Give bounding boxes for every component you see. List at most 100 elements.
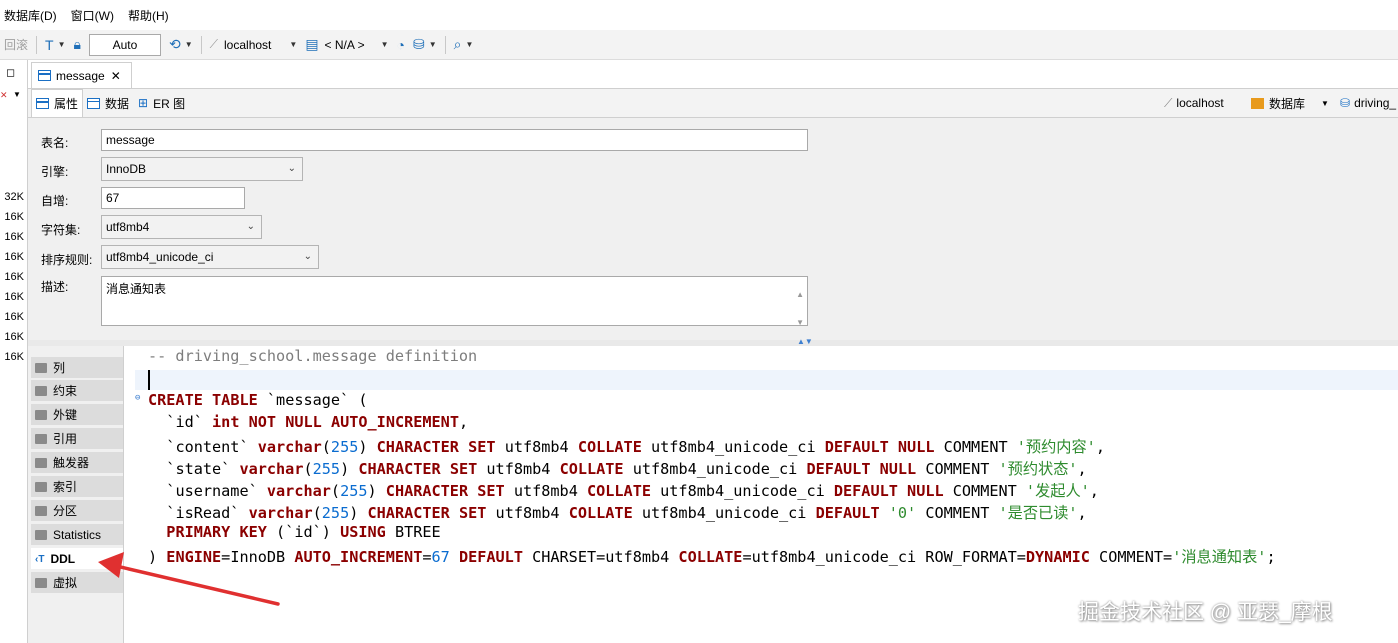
statistics-icon [35,529,47,540]
toolbar: 回滚 T ▼ 🔒︎ Auto ⟲ ▼ ⟋ localhost ▼ ▤ < N/A >… [0,30,1398,60]
code-line: `username` varchar(255) CHARACTER SET ut… [166,482,1099,500]
table-icon [36,98,49,109]
connection-icon: ⟋ [1164,95,1173,110]
size-label: 16K [4,331,24,343]
code-line: CREATE TABLE `message` ( [148,391,368,409]
tools-button[interactable]: ⛁ ▼ [413,36,437,53]
tab-er-label: ER 图 [153,96,186,111]
lock-button[interactable]: 🔒︎ [74,36,81,53]
side-item-ddl[interactable]: ‹T DDL [31,548,123,569]
collapse-arrows-icon[interactable]: ▲▼ [797,337,813,346]
chevron-down-icon: ▼ [289,40,298,49]
editor-tab-title: message [56,68,105,83]
breadcrumb-connection-label: localhost [1176,96,1224,110]
side-item-references[interactable]: 引用 [31,428,123,449]
ddl-comment: -- driving_school.message definition [148,347,478,365]
rollback-button[interactable]: 回滚 [4,36,28,53]
close-icon[interactable]: ✕ [0,90,8,101]
side-item-partitions[interactable]: 分区 [31,500,123,521]
tab-data[interactable]: 数据 [87,89,129,117]
textarea-scrollbar[interactable]: ▲ ▼ [796,281,804,337]
table-properties-panel: 表名: message 引擎: InnoDB ⌄ 自增: 67 字符集: utf… [28,118,1398,340]
auto-increment-input[interactable]: 67 [101,187,245,209]
ddl-column-name: `content` [166,438,249,456]
transaction-mode-button[interactable]: T ▼ [45,37,65,53]
description-textarea[interactable]: 消息通知表 ▲ ▼ [101,276,808,327]
side-item-label: 索引 [53,480,78,494]
collation-value: utf8mb4_unicode_ci [106,250,214,264]
properties-side-panel: 列 约束 外键 引用 触发器 索引 分区 Statistics ‹T DDL 虚拟 [28,346,124,643]
schema-icon: ▤ [305,36,319,52]
description-value: 消息通知表 [106,282,167,296]
history-icon: ⟲ [168,36,181,52]
dashboard-button[interactable]: ◔ [397,37,405,53]
size-label: 16K [4,231,24,243]
menu-database[interactable]: 数据库(D) [4,7,57,24]
ddl-number: 67 [431,548,450,566]
breadcrumb-schema[interactable]: ⛁ driving_ [1340,89,1396,117]
transaction-icon: T [45,36,54,53]
engine-value: InnoDB [106,162,147,176]
indexes-icon [35,481,47,492]
side-item-label: 引用 [53,432,78,446]
fold-marker-icon[interactable]: ⊖ [135,393,140,403]
lock-icon: 🔒︎ [73,36,81,52]
ddl-number: 255 [321,504,350,522]
chevron-down-icon: ▼ [380,40,389,49]
menu-window[interactable]: 窗口(W) [71,7,114,24]
watermark: 掘金技术社区 @ 亚瑟_摩根 [1078,601,1333,624]
side-item-label: 分区 [53,504,78,518]
close-icon[interactable]: ✕ [111,69,121,83]
side-item-triggers[interactable]: 触发器 [31,452,123,473]
table-name-label: 表名: [41,136,69,150]
size-label: 16K [4,291,24,303]
collation-label: 排序规则: [41,253,93,267]
side-item-label: 虚拟 [53,576,78,590]
connection-selector[interactable]: ⟋ localhost ▼ [210,37,298,52]
chevron-down-icon: ▼ [57,40,66,49]
size-label: 32K [4,191,24,203]
breadcrumb-database[interactable]: 数据库 ▼ [1251,89,1329,117]
side-item-virtual[interactable]: 虚拟 [31,572,123,593]
side-item-foreign-keys[interactable]: 外键 [31,404,123,425]
charset-select[interactable]: utf8mb4 ⌄ [101,215,262,239]
side-item-constraints[interactable]: 约束 [31,380,123,401]
restore-icon[interactable]: ◻ [6,66,15,79]
toolbar-separator [444,35,446,54]
menu-help[interactable]: 帮助(H) [128,7,169,24]
ddl-number: 255 [340,482,368,500]
history-button[interactable]: ⟲ ▼ [169,36,193,53]
engine-select[interactable]: InnoDB ⌄ [101,157,303,181]
charset-value: utf8mb4 [106,220,150,234]
side-item-label: 外键 [53,408,78,422]
ddl-number: 255 [330,438,359,456]
ddl-icon: ‹T [35,553,45,565]
search-button[interactable]: ⌕ ▼ [454,36,474,53]
size-label: 16K [4,271,24,283]
tab-er-diagram[interactable]: ⊞ ER 图 [138,89,185,117]
breadcrumb-connection[interactable]: ⟋ localhost [1164,89,1224,117]
database-folder-icon [1251,97,1264,109]
side-item-statistics[interactable]: Statistics [31,524,123,545]
schema-selector[interactable]: ▤ < N/A > ▼ [305,36,388,53]
partitions-icon [35,505,47,516]
chevron-down-icon: ▼ [1321,98,1329,108]
code-line: `isRead` varchar(255) CHARACTER SET utf8… [166,504,1087,522]
current-line-highlight [135,370,1398,390]
tab-properties[interactable]: 属性 [31,89,84,117]
collation-select[interactable]: utf8mb4_unicode_ci ⌄ [101,245,319,269]
navigator-edge: ◻ ✕ ▼ 32K 16K 16K 16K 16K 16K 16K 16K 16… [0,60,28,643]
side-item-columns[interactable]: 列 [31,357,123,378]
table-name-input[interactable]: message [101,129,808,151]
commit-mode-field[interactable]: Auto [88,33,161,56]
side-item-indexes[interactable]: 索引 [31,476,123,497]
ddl-string: '预约内容' [1016,438,1096,456]
foreign-key-icon [35,409,47,420]
editor-tab-message[interactable]: message ✕ [31,62,132,88]
chevron-down-icon: ▼ [428,40,437,49]
chevron-down-icon: ⌄ [303,251,312,262]
side-item-label: 约束 [53,384,78,398]
chevron-down-icon[interactable]: ▼ [13,90,21,99]
size-label: 16K [4,251,24,263]
chevron-down-icon: ⌄ [287,163,296,174]
